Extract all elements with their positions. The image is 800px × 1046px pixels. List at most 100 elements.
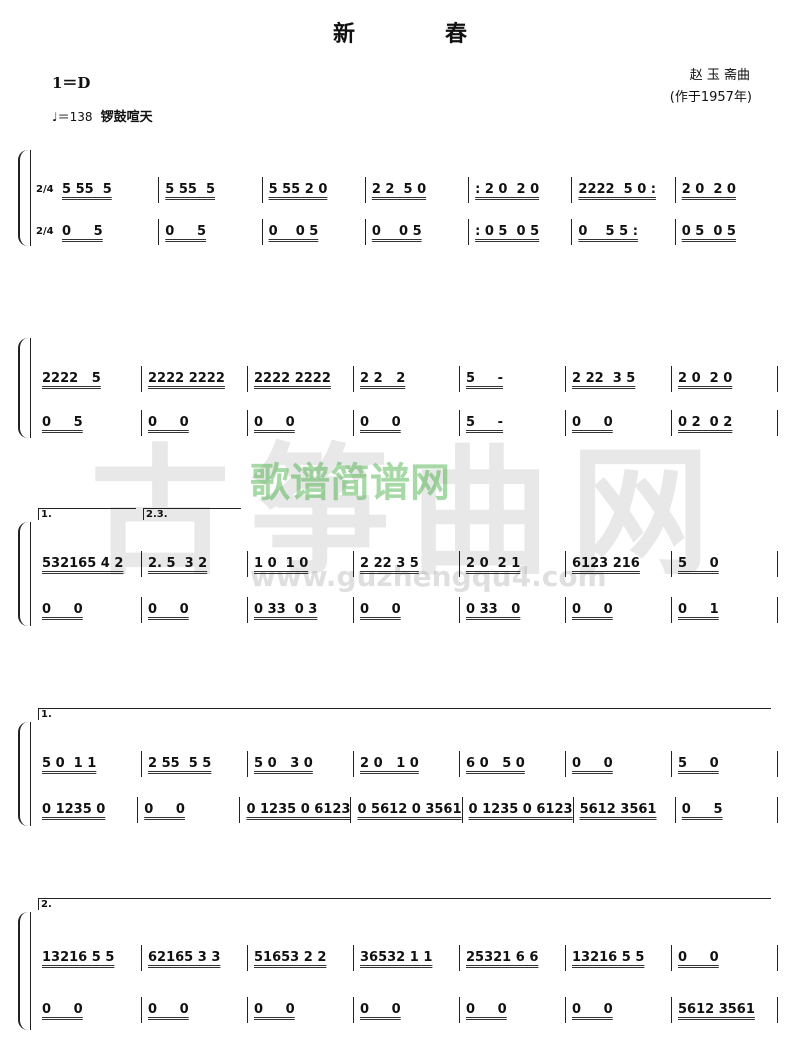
measure: 0 0 (353, 996, 459, 1023)
measure: 0 0 (42, 1001, 83, 1017)
watermark-logo: 歌谱简谱网 (250, 460, 450, 506)
measure: 0 5612 0 3561 (350, 796, 462, 823)
volta-bracket: 2. (38, 898, 771, 910)
score-page: 古筝曲网 歌谱简谱网 www.guzhengqu4.com 新春 赵 玉 斋曲 … (0, 0, 800, 1046)
key-signature: 1＝D (52, 74, 91, 92)
measure: 5 0 1 1 (42, 756, 97, 772)
measure: 13216 5 5 (565, 945, 671, 972)
lower-staff: 0 50 00 00 05 -0 00 2 0 2 (36, 410, 778, 436)
measure: 0 0 (565, 596, 671, 623)
measure: 0 5 0 5 (674, 219, 778, 246)
measure: 0 5 (158, 219, 261, 246)
brace (18, 722, 30, 826)
upper-staff: 2222 5 2222 2222 2222 2222 2 2 25 -2 22 3 5… (36, 366, 778, 392)
measure: 2 2 2 (353, 366, 459, 392)
system-line (30, 722, 31, 826)
measure: 5 - (459, 366, 565, 392)
measure: : 0 5 0 5 (468, 219, 571, 246)
measure: 0 0 (353, 410, 459, 436)
measure: 2222 5 0 : (571, 176, 674, 203)
upper-staff: 5 55 55 55 55 55 2 02 2 5 0: 2 0 2 0 2222… (36, 176, 778, 203)
measure: 0 0 (459, 996, 565, 1023)
measure: 0 0 (42, 601, 83, 617)
measure: 0 0 (565, 996, 671, 1023)
composer: 赵 玉 斋曲 (689, 68, 750, 83)
score-system: 5 0 1 12 55 5 55 0 3 02 0 1 06 0 5 00 05… (18, 708, 779, 826)
measure: 2 55 5 5 (141, 751, 247, 778)
measure: 0 0 (137, 796, 239, 823)
measure: 0 5 (42, 415, 83, 430)
upper-staff: 13216 5 5 62165 3 3 51653 2 2 36532 1 1 2532… (36, 945, 778, 972)
measure: 0 5 (62, 224, 103, 240)
measure: 0 0 (671, 945, 778, 972)
measure: 2222 2222 (247, 366, 353, 392)
measure: 5 0 3 0 (247, 751, 353, 778)
measure: 2. 5 3 2 (141, 551, 247, 578)
system-line (30, 522, 31, 626)
time-signature: 2/4 (36, 183, 54, 195)
score-title: 新春 (332, 22, 557, 47)
measure: 5612 3561 (671, 996, 778, 1023)
measure: 1 0 1 0 (247, 551, 353, 578)
score-system: 13216 5 5 62165 3 3 51653 2 2 36532 1 1 2532… (18, 898, 778, 1030)
measure: 5 55 2 0 (261, 176, 365, 203)
measure: 0 0 (247, 996, 353, 1023)
measure: 0 2 0 2 (671, 410, 778, 436)
measure: 51653 2 2 (247, 945, 353, 972)
measure: 0 0 (141, 596, 247, 623)
measure: 6123 216 (565, 551, 671, 578)
volta-bracket: 2.3. (143, 508, 241, 520)
volta-bracket: 1. (38, 708, 771, 720)
measure: 62165 3 3 (141, 945, 247, 972)
measure: 5 55 5 (62, 181, 112, 197)
measure: 36532 1 1 (353, 945, 459, 972)
lower-staff: 0 50 50 0 50 0 5: 0 5 0 50 5 5 :0 5 0 52… (36, 219, 778, 246)
measure: 5 0 (671, 751, 778, 778)
volta-bracket: 1. (38, 508, 136, 520)
tempo-value: ♩＝138 (52, 110, 93, 124)
lower-staff: 0 00 00 00 00 00 0 5612 3561 (36, 996, 778, 1023)
measure: 0 0 (565, 751, 671, 778)
brace (18, 338, 30, 438)
measure: 0 1235 0 6123 (461, 796, 573, 823)
time-signature: 2/4 (36, 226, 54, 238)
measure: 2 2 5 0 (364, 176, 468, 203)
measure: 0 0 (353, 596, 459, 623)
brace (18, 912, 30, 1030)
upper-staff: 5 0 1 1 2 55 5 55 0 3 02 0 1 06 0 5 00 05… (36, 751, 778, 778)
measure: 25321 6 6 (459, 945, 565, 972)
measure: 6 0 5 0 (459, 751, 565, 778)
measure: 2222 2222 (141, 366, 247, 392)
measure: 0 1235 0 (42, 801, 106, 817)
measure: 2 0 2 0 (671, 366, 778, 392)
lower-staff: 0 00 00 33 0 30 00 33 00 00 1 (36, 596, 778, 623)
system-line (30, 912, 31, 1030)
measure: 2222 5 (42, 371, 101, 386)
lower-staff: 0 1235 00 00 1235 0 6123 0 5612 0 3561 0 1… (36, 796, 779, 823)
measure: 5612 3561 (572, 796, 675, 823)
measure: : 2 0 2 0 (468, 176, 571, 203)
tempo-marking: ♩＝138 锣鼓喧天 (52, 106, 153, 125)
score-system: 5 55 55 55 55 55 2 02 2 5 0: 2 0 2 0 2222… (18, 150, 778, 246)
score-system: 2222 5 2222 2222 2222 2222 2 2 25 -2 22 3 5… (18, 338, 778, 438)
system-line (30, 150, 31, 246)
measure: 0 0 (247, 410, 353, 436)
measure: 0 5 5 : (571, 219, 674, 246)
measure: 2 0 1 0 (353, 751, 459, 778)
measure: 5 0 (671, 551, 778, 578)
measure: 13216 5 5 (42, 950, 115, 966)
measure: 0 33 0 (459, 596, 565, 623)
composition-date: (作于1957年) (669, 90, 752, 105)
measure: 0 1235 0 6123 (239, 796, 350, 823)
measure: 0 33 0 3 (247, 596, 353, 623)
measure: 0 0 (141, 410, 247, 436)
measure: 0 0 5 (364, 219, 468, 246)
measure: 0 5 (674, 796, 779, 823)
system-line (30, 338, 31, 438)
measure: 532165 4 2 (42, 556, 124, 572)
expression-marking: 锣鼓喧天 (100, 110, 153, 125)
measure: 2 0 2 1 (459, 551, 565, 578)
score-system: 532165 4 2 2. 5 3 21 0 1 02 22 3 52 0 2 1… (18, 508, 778, 626)
brace (18, 522, 30, 626)
measure: 2 22 3 5 (565, 366, 671, 392)
